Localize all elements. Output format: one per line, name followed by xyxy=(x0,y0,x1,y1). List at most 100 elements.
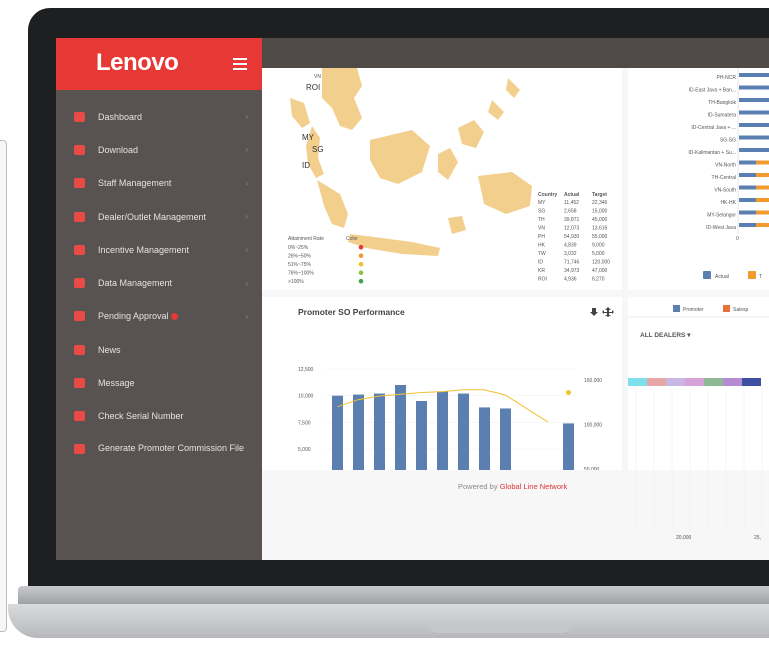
so-line-point xyxy=(566,389,571,395)
footer: Powered by Global Line Network 20,000 25, xyxy=(262,470,769,560)
chevron-right-icon: › xyxy=(245,311,248,321)
map-label-sg: SG xyxy=(312,145,324,154)
sidebar-item-dealer-outlet-management[interactable]: Dealer/Outlet Management › xyxy=(56,200,262,233)
region-bar-actual xyxy=(739,85,769,90)
table-cell: 47,000 xyxy=(592,268,608,274)
promoter-so-chart[interactable]: 12,50010,0007,5005,0002,500150,000100,00… xyxy=(262,297,622,497)
sidebar-item-news[interactable]: News xyxy=(56,333,262,366)
staff-icon xyxy=(74,178,85,189)
dollar-icon xyxy=(74,244,85,255)
dealer-strip-segment[interactable] xyxy=(647,378,666,386)
dashboard-icon xyxy=(74,111,85,122)
dealer-strip-segment[interactable] xyxy=(704,378,723,386)
region-bar-actual xyxy=(739,148,769,152)
sidebar-item-data-management[interactable]: Data Management › xyxy=(56,266,262,299)
legend-label: 26%~50% xyxy=(288,254,311,260)
dealer-chart[interactable]: Promoter Salesp xyxy=(628,297,769,470)
move-icon[interactable] xyxy=(602,307,614,317)
region-bar-chart[interactable]: PH-NCR ID-East Java + Ban... TH-Bangkok ID-… xyxy=(628,68,769,290)
so-bar[interactable] xyxy=(374,393,385,497)
legend-header: Attainment Rate xyxy=(288,236,324,242)
table-cell: 12,073 xyxy=(564,226,580,232)
so-bar[interactable] xyxy=(395,385,406,497)
table-cell: ID xyxy=(538,260,543,266)
so-bar[interactable] xyxy=(500,408,511,497)
region-label: MY-Selangor xyxy=(707,213,736,219)
legend-salesp: Salesp xyxy=(733,307,749,313)
y-left-tick: 5,000 xyxy=(298,447,311,453)
table-cell: 54,930 xyxy=(564,234,580,240)
country-table: Country Actual Target MY 11,452 22,346 SG 2,658… xyxy=(538,192,610,283)
dealer-strip-segment[interactable] xyxy=(628,378,647,386)
sidebar-item-check-serial-number[interactable]: Check Serial Number xyxy=(56,400,262,433)
region-label: VN-South xyxy=(714,188,736,194)
legend-label: 0%~25% xyxy=(288,245,309,251)
sidebar-item-dashboard[interactable]: Dashboard › xyxy=(56,100,262,133)
region-bar-target xyxy=(756,198,769,202)
so-bar[interactable] xyxy=(479,407,490,497)
table-cell: 15,000 xyxy=(592,209,608,215)
region-label: ID-West Java xyxy=(706,225,736,231)
y-left-tick: 12,500 xyxy=(298,367,314,373)
region-label: ID-East Java + Ban... xyxy=(689,88,736,94)
sidebar-item-generate-promoter-commission-file[interactable]: Generate Promoter Commission File xyxy=(56,433,262,479)
region-bar-actual xyxy=(739,123,769,127)
so-bar[interactable] xyxy=(353,394,364,497)
sidebar-item-label: Message xyxy=(98,378,135,389)
legend-swatch-target xyxy=(748,271,756,279)
map-label-vn: VN xyxy=(314,74,321,80)
promoter-chart-card: Promoter SO Performance 12,500 10,000 7,50… xyxy=(262,297,622,497)
table-cell: 9,000 xyxy=(592,243,605,249)
sidebar-item-download[interactable]: Download › xyxy=(56,133,262,166)
so-bar[interactable] xyxy=(563,423,574,497)
so-bar[interactable] xyxy=(458,393,469,497)
country-map[interactable]: VN ROI MY SG ID Attainment Rate Color 0%~2… xyxy=(262,68,622,290)
file-icon xyxy=(74,443,85,454)
chevron-right-icon: › xyxy=(245,278,248,288)
sidebar-item-staff-management[interactable]: Staff Management › xyxy=(56,167,262,200)
menu-toggle-icon[interactable] xyxy=(233,58,247,70)
chart-toolbar xyxy=(590,307,614,317)
legend-target: T xyxy=(759,274,762,280)
dealer-select[interactable]: ALL DEALERS ▾ xyxy=(640,331,690,339)
table-cell: KR xyxy=(538,268,545,274)
map-label-id: ID xyxy=(302,161,310,170)
region-bar-target xyxy=(756,185,769,190)
sidebar-item-label: Incentive Management xyxy=(98,244,190,255)
dealer-chart-card: Promoter Salesp ALL DEALERS ▾ xyxy=(628,297,769,470)
so-bar[interactable] xyxy=(437,391,448,497)
legend-promoter: Promoter xyxy=(683,307,704,313)
dealer-strip-segment[interactable] xyxy=(742,378,761,386)
table-cell: 39,871 xyxy=(564,217,580,223)
chevron-right-icon: › xyxy=(245,245,248,255)
legend-actual: Actual xyxy=(715,274,729,280)
legend-swatch-salesp xyxy=(723,305,730,312)
global-line-link[interactable]: Global Line Network xyxy=(500,482,568,491)
table-cell: VN xyxy=(538,226,545,232)
legend-swatch xyxy=(358,253,364,258)
region-label: TH-Bangkok xyxy=(708,100,736,106)
sidebar-item-message[interactable]: Message xyxy=(56,366,262,399)
table-cell: 13,616 xyxy=(592,226,608,232)
so-bar[interactable] xyxy=(416,401,427,497)
y-right-tick: 150,000 xyxy=(584,378,602,384)
map-label-roi: ROI xyxy=(306,83,320,92)
dealer-x-tick: 20,000 xyxy=(676,535,692,541)
so-bar[interactable] xyxy=(332,395,343,497)
table-cell: TH xyxy=(538,217,545,223)
dealer-strip-segment[interactable] xyxy=(723,378,742,386)
table-cell: 11,452 xyxy=(564,200,579,206)
sidebar-item-label: Download xyxy=(98,144,139,155)
sidebar-item-incentive-management[interactable]: Incentive Management › xyxy=(56,233,262,266)
legend-swatch xyxy=(358,244,364,250)
attainment-legend: Attainment Rate Color 0%~25% 26%~50% 51%~75%… xyxy=(288,236,364,285)
dealer-strip-segment[interactable] xyxy=(685,378,704,386)
dealer-strip-segment[interactable] xyxy=(666,378,685,386)
barcode-icon xyxy=(74,411,85,422)
sidebar-item-pending-approval[interactable]: Pending Approval › xyxy=(56,300,262,333)
y-right-tick: 100,000 xyxy=(584,423,602,429)
table-cell: 120,000 xyxy=(592,260,610,266)
download-icon[interactable] xyxy=(590,308,598,316)
sidebar-nav: Dashboard › Download › Staff Management › Deal… xyxy=(56,100,262,479)
legend-swatch xyxy=(358,278,364,284)
